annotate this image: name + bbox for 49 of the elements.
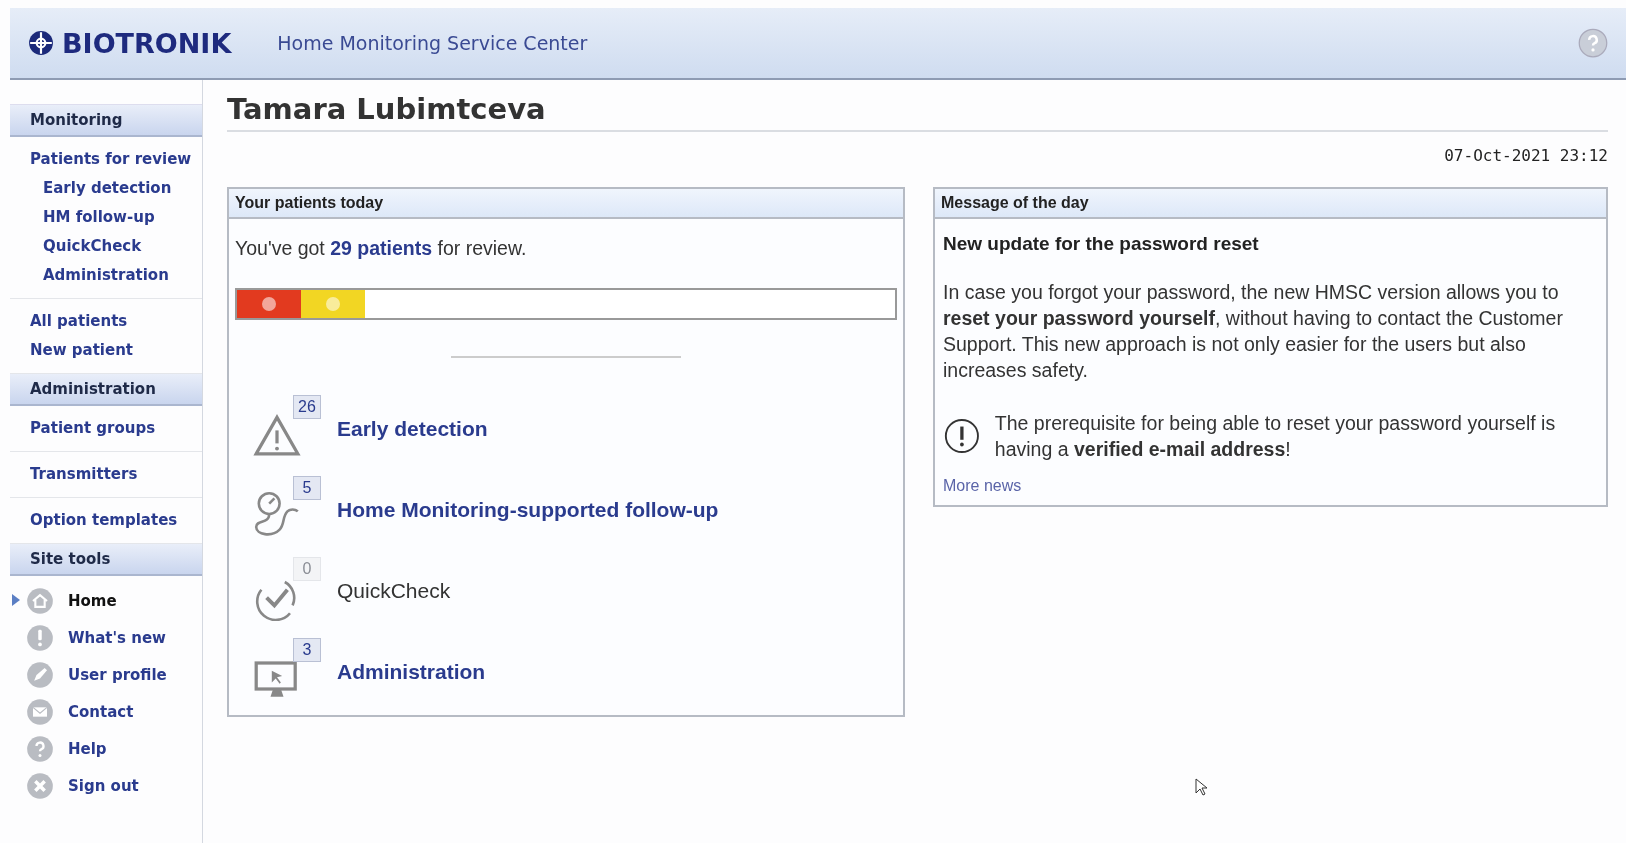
sidebar-link[interactable]: Transmitters: [30, 460, 202, 489]
sidebar-link[interactable]: What's new: [10, 619, 202, 656]
sidebar-link[interactable]: Early detection: [30, 174, 202, 203]
section-header: Monitoring: [10, 105, 202, 137]
category-link[interactable]: Home Monitoring-supported follow-up: [337, 497, 719, 522]
category-label: QuickCheck: [337, 578, 451, 603]
sidebar-link[interactable]: Administration: [30, 261, 202, 290]
envelope-icon: [26, 697, 54, 726]
count-badge: 3: [293, 637, 321, 662]
sidebar-link[interactable]: Option templates: [30, 506, 202, 535]
cursor-icon: [1195, 778, 1207, 796]
sidebar-link[interactable]: QuickCheck: [30, 232, 202, 261]
sidebar-link[interactable]: Sign out: [10, 767, 202, 804]
notice-text: The prerequisite for being able to reset your password yourself is having a verified e-mail address!: [994, 411, 1557, 462]
timestamp: 07-Oct-2021 23:12: [1443, 146, 1608, 165]
sidebar-link[interactable]: HM follow-up: [30, 203, 202, 232]
count-badge: 0: [293, 556, 321, 581]
sidebar-link[interactable]: New patient: [30, 336, 202, 365]
sidebar-link[interactable]: Patients for review: [30, 145, 202, 174]
app-title: Home Monitoring Service Center: [277, 32, 588, 54]
sidebar-link[interactable]: Home: [10, 582, 202, 619]
brand-name: BIOTRONIK: [62, 27, 232, 59]
sidebar-link[interactable]: Patient groups: [30, 414, 202, 443]
count-badge: 26: [293, 394, 321, 419]
category-link[interactable]: Administration: [337, 659, 486, 684]
more-news-link[interactable]: More news: [943, 477, 1022, 494]
section-header: Site tools: [10, 544, 202, 576]
help-icon[interactable]: [1578, 28, 1608, 58]
message-text: In case you forgot your password, the new HMSC version allows you to reset your password yourself, without having to contact the Customer Support. This new approach is not only easier for the users but also increases safety.: [943, 280, 1564, 383]
sidebar-link[interactable]: Contact: [10, 693, 202, 730]
logo-icon: [28, 30, 54, 56]
exclamation-icon: [26, 623, 54, 652]
count-badge: 5: [293, 475, 321, 500]
category-link[interactable]: Early detection: [337, 416, 488, 441]
sidebar-link[interactable]: Help: [10, 730, 202, 767]
patient-name: Tamara Lubimtceva: [227, 92, 1608, 132]
cross-icon: [26, 771, 54, 800]
home-icon: [26, 586, 54, 615]
patients-link[interactable]: 29 patients: [330, 237, 433, 259]
sidebar-link[interactable]: User profile: [10, 656, 202, 693]
pen-icon: [26, 660, 54, 689]
panel-title: Message of the day: [935, 189, 1606, 219]
question-icon: [26, 734, 54, 763]
review-summary: You've got 29 patients for review.: [235, 237, 528, 260]
sidebar-link[interactable]: All patients: [30, 307, 202, 336]
panel-title: Your patients today: [229, 189, 903, 219]
pointer-icon: [12, 594, 20, 606]
message-headline: New update for the password reset: [943, 233, 1260, 255]
section-header: Administration: [10, 374, 202, 406]
